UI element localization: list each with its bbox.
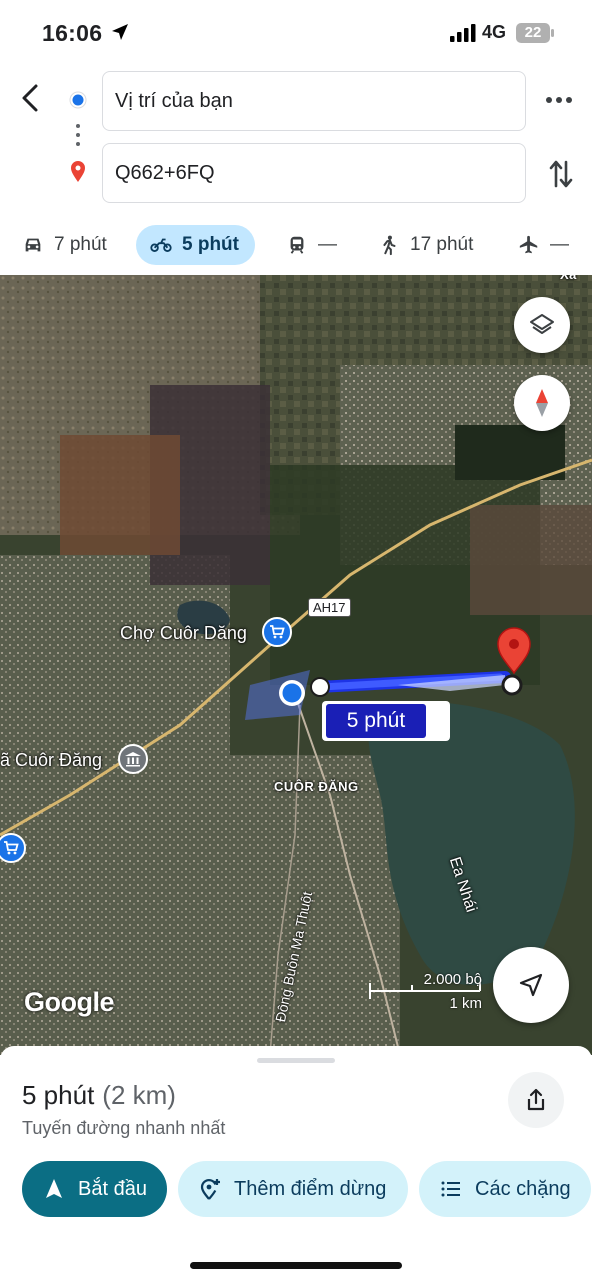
location-arrow-icon <box>112 24 128 40</box>
network-type: 4G <box>482 22 507 42</box>
government-building-icon[interactable] <box>118 744 148 774</box>
scale-imperial: 2.000 bộ <box>423 971 482 988</box>
compass-icon <box>536 389 548 417</box>
tab-walk[interactable]: 17 phút <box>378 225 473 265</box>
map-label-town: CUÔR ĐĂNG <box>274 779 359 794</box>
map-label-corner: Xã <box>560 275 577 282</box>
scale-metric: 1 km <box>449 995 482 1012</box>
clock: 16:06 <box>42 20 103 46</box>
car-icon <box>25 238 41 252</box>
satellite-map[interactable]: Xã Chợ Cuôr Dăng ã Cuôr Đăng AH17 5 phút… <box>0 275 592 1055</box>
list-icon <box>441 1181 460 1197</box>
status-bar: 16:06 4G 22 <box>0 0 592 64</box>
more-options-icon[interactable] <box>544 90 574 110</box>
scale-bar: 2.000 bộ 1 km <box>368 971 482 1017</box>
route-connector-icon <box>69 91 87 182</box>
signal-icon <box>450 24 476 42</box>
sheet-drag-handle[interactable] <box>257 1058 335 1063</box>
compass-button[interactable] <box>514 375 570 431</box>
start-button[interactable]: Bắt đầu <box>22 1161 167 1217</box>
shopping-cart-icon[interactable] <box>262 617 292 647</box>
route-duration-label: 5 phút <box>326 704 426 738</box>
layers-icon <box>530 314 554 334</box>
tab-car[interactable]: 7 phút <box>22 225 107 265</box>
train-icon <box>290 236 304 254</box>
battery-level: 22 <box>524 24 542 41</box>
walk-icon <box>383 235 396 256</box>
travel-mode-tabs: 7 phút 5 phút — 17 phút — <box>0 222 592 268</box>
steps-button-label: Các chặng <box>475 1177 571 1200</box>
navigation-arrow-icon <box>519 973 543 997</box>
tab-walk-label: 17 phút <box>410 234 474 255</box>
layers-button[interactable] <box>514 297 570 353</box>
start-button-label: Bắt đầu <box>78 1177 147 1200</box>
route-summary-sheet: 5 phút (2 km) Tuyến đường nhanh nhất Bắt … <box>0 1046 592 1280</box>
route-subtitle: Tuyến đường nhanh nhất <box>22 1118 226 1138</box>
navigation-icon <box>46 1179 62 1198</box>
airplane-icon <box>519 235 538 254</box>
route-duration: 5 phút <box>22 1080 95 1110</box>
origin-input[interactable]: Vị trí của bạn <box>102 71 526 131</box>
home-indicator[interactable] <box>190 1262 402 1269</box>
steps-button[interactable]: Các chặng <box>419 1161 591 1217</box>
tab-flight[interactable]: — <box>518 225 569 265</box>
highway-shield: AH17 <box>308 598 351 617</box>
swap-icon[interactable] <box>548 158 574 190</box>
add-location-icon <box>200 1179 220 1200</box>
tab-transit[interactable]: — <box>286 225 337 265</box>
my-location-button[interactable] <box>493 947 569 1023</box>
tab-transit-label: — <box>318 234 337 255</box>
share-button[interactable] <box>508 1072 564 1128</box>
back-arrow-icon[interactable] <box>16 82 48 114</box>
tab-car-label: 7 phút <box>54 234 107 255</box>
tab-motorbike-label: 5 phút <box>182 234 239 255</box>
map-label-commune: ã Cuôr Đăng <box>0 750 103 770</box>
tab-flight-label: — <box>550 234 569 255</box>
google-logo: Google <box>24 987 115 1017</box>
route-distance: (2 km) <box>102 1080 176 1110</box>
motorbike-icon <box>150 238 172 252</box>
destination-input[interactable]: Q662+6FQ <box>102 143 526 203</box>
tab-motorbike[interactable]: 5 phút <box>136 225 255 265</box>
add-stop-button[interactable]: Thêm điểm dừng <box>178 1161 408 1217</box>
map-label-market: Chợ Cuôr Dăng <box>120 623 247 643</box>
route-summary: 5 phút (2 km) <box>22 1080 176 1111</box>
add-stop-button-label: Thêm điểm dừng <box>234 1177 387 1200</box>
share-icon <box>527 1088 545 1111</box>
